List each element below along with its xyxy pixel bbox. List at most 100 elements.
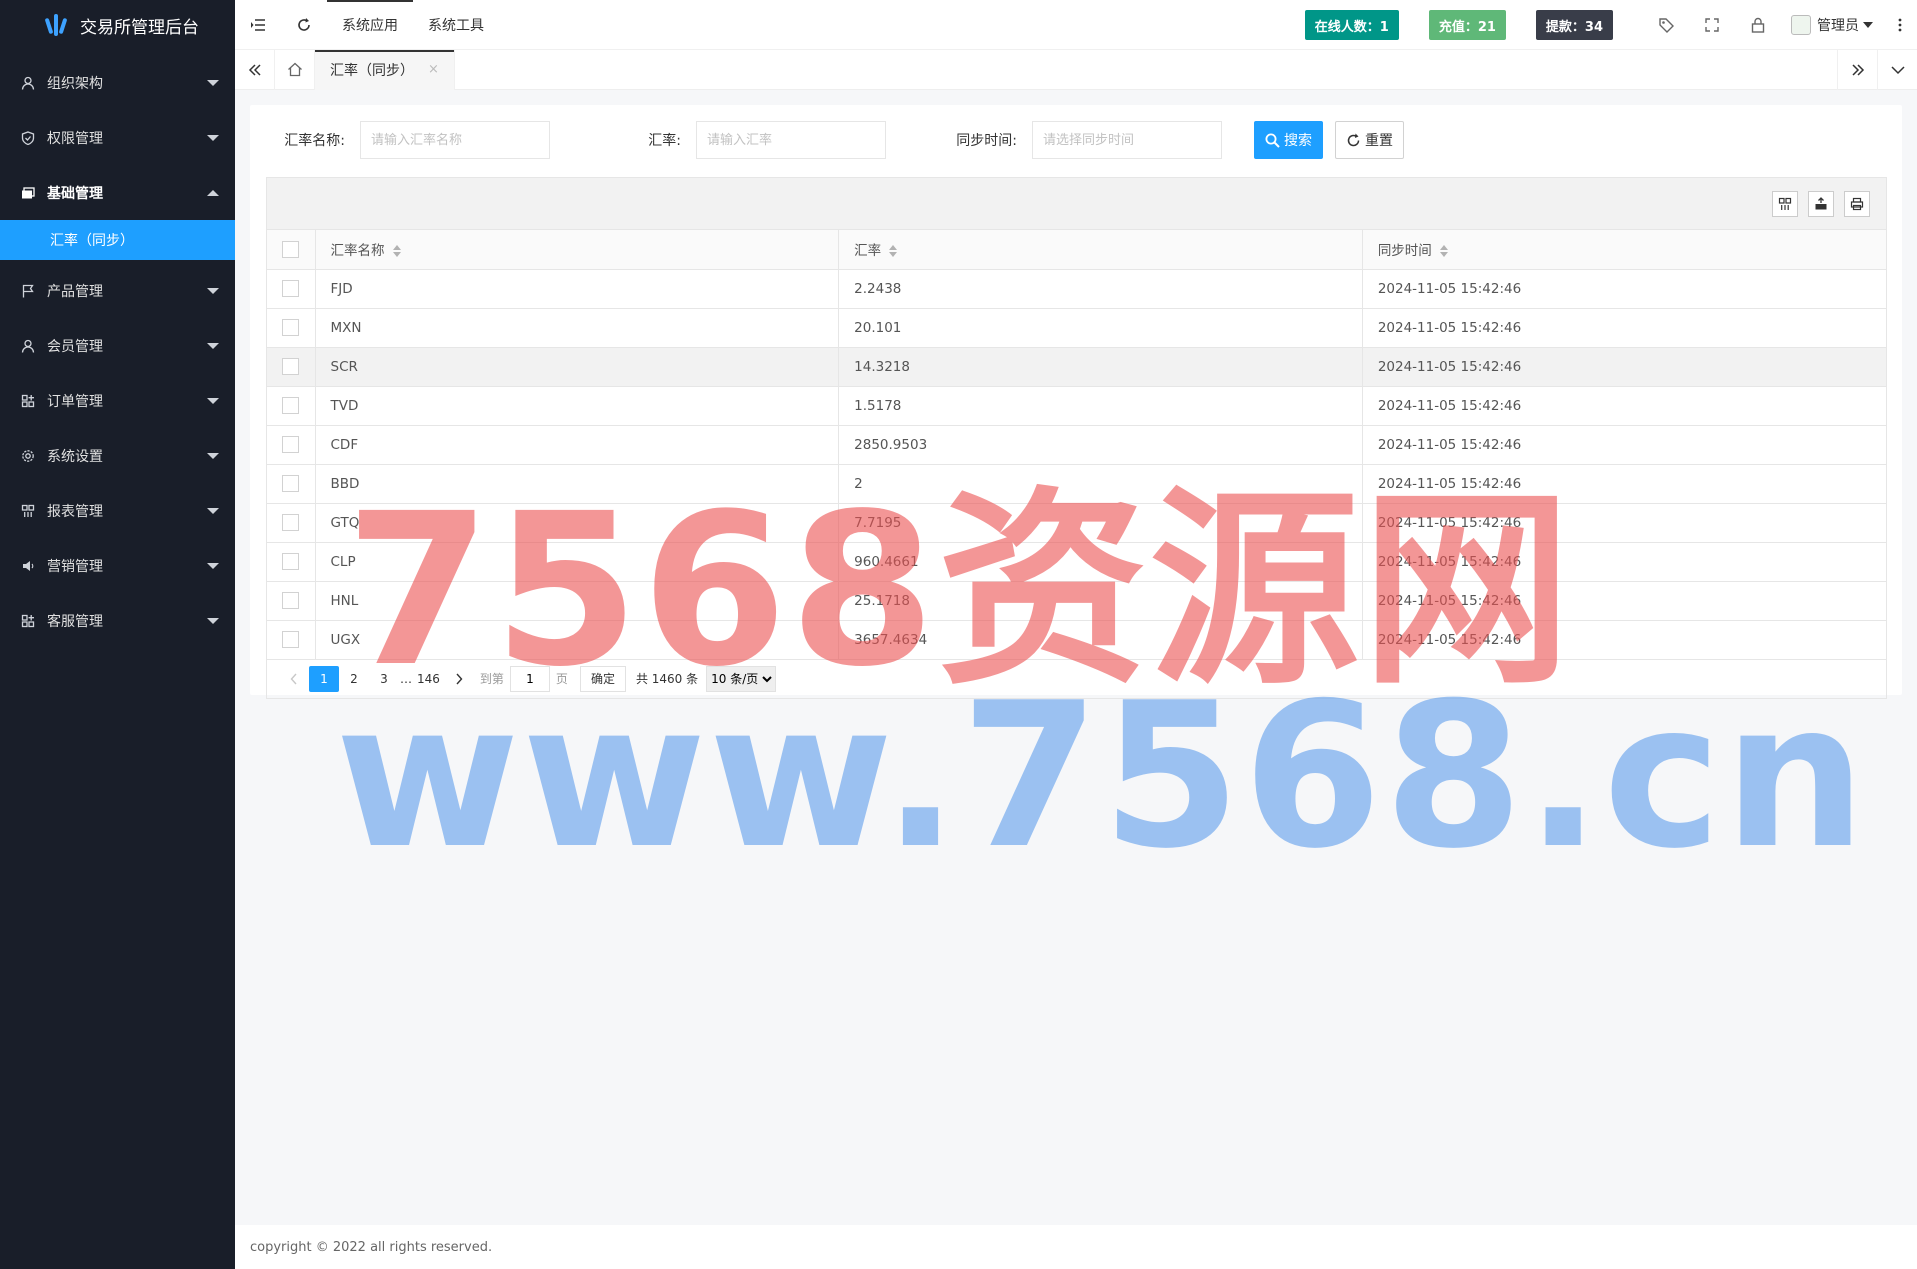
user-name: 管理员 bbox=[1817, 18, 1859, 34]
search-form: 汇率名称: 汇率: 同步时间: 搜索 重置 bbox=[250, 105, 1902, 175]
refresh-button[interactable] bbox=[281, 0, 327, 50]
table-row[interactable]: MXN 20.101 2024-11-05 15:42:46 bbox=[267, 308, 1886, 348]
exchange-rate-card: 汇率名称: 汇率: 同步时间: 搜索 重置 bbox=[250, 105, 1902, 699]
sidebar-item-1[interactable]: 权限管理 bbox=[0, 110, 235, 165]
sidebar-item-4[interactable]: 会员管理 bbox=[0, 318, 235, 373]
more-vertical-icon[interactable] bbox=[1883, 0, 1917, 50]
table-row[interactable]: UGX 3657.4634 2024-11-05 15:42:46 bbox=[267, 620, 1886, 660]
column-header-sync-time[interactable]: 同步时间 bbox=[1362, 230, 1886, 270]
prev-page-button[interactable] bbox=[279, 666, 309, 692]
print-icon bbox=[1850, 197, 1864, 210]
tabs-scroll-left-button[interactable] bbox=[235, 49, 275, 90]
row-select-cell bbox=[267, 347, 316, 387]
row-checkbox[interactable] bbox=[282, 631, 300, 648]
fullscreen-icon[interactable] bbox=[1689, 0, 1735, 50]
user-menu[interactable]: 管理员 bbox=[1781, 0, 1883, 50]
table-row[interactable]: FJD 2.2438 2024-11-05 15:42:46 bbox=[267, 269, 1886, 309]
sidebar-subitem-exchange-rate[interactable]: 汇率（同步） bbox=[0, 220, 235, 260]
rate-name-cell: FJD bbox=[315, 269, 840, 309]
table-row[interactable]: SCR 14.3218 2024-11-05 15:42:46 bbox=[267, 347, 1886, 387]
page-button-3[interactable]: 3 bbox=[369, 666, 399, 692]
online-count-badge[interactable]: 在线人数：1 bbox=[1304, 10, 1399, 40]
goto-confirm-button[interactable]: 确定 bbox=[579, 665, 626, 692]
table-row[interactable]: BBD 2 2024-11-05 15:42:46 bbox=[267, 464, 1886, 504]
tag-icon[interactable] bbox=[1643, 0, 1689, 50]
rate-value-group: 汇率: bbox=[586, 121, 886, 159]
table-row[interactable]: HNL 25.1718 2024-11-05 15:42:46 bbox=[267, 581, 1886, 621]
table-row[interactable]: GTQ 7.7195 2024-11-05 15:42:46 bbox=[267, 503, 1886, 543]
sync-time-label: 同步时间: bbox=[956, 133, 1017, 149]
row-checkbox[interactable] bbox=[282, 475, 300, 492]
withdraw-count-badge[interactable]: 提款：34 bbox=[1535, 10, 1613, 40]
tabs-scroll-right-button[interactable] bbox=[1837, 50, 1877, 90]
table-row[interactable]: CDF 2850.9503 2024-11-05 15:42:46 bbox=[267, 425, 1886, 465]
row-checkbox[interactable] bbox=[282, 397, 300, 414]
print-button[interactable] bbox=[1844, 190, 1870, 217]
recharge-count-badge[interactable]: 充值：21 bbox=[1428, 10, 1506, 40]
header-tab-system-tools[interactable]: 系统工具 bbox=[413, 0, 499, 50]
menu-toggle-button[interactable] bbox=[235, 0, 281, 50]
goto-page-input[interactable] bbox=[509, 665, 550, 692]
sidebar-item-5[interactable]: 订单管理 bbox=[0, 373, 235, 428]
table-row[interactable]: TVD 1.5178 2024-11-05 15:42:46 bbox=[267, 386, 1886, 426]
row-checkbox[interactable] bbox=[282, 592, 300, 609]
row-checkbox[interactable] bbox=[282, 280, 300, 297]
row-checkbox[interactable] bbox=[282, 358, 300, 375]
page-button-last[interactable]: 146 bbox=[413, 666, 444, 692]
header-tab-system-apps[interactable]: 系统应用 bbox=[327, 0, 413, 50]
refresh-icon bbox=[298, 17, 310, 31]
sync-time-cell: 2024-11-05 15:42:46 bbox=[1362, 269, 1886, 309]
footer: copyright © 2022 all rights reserved. bbox=[235, 1225, 1917, 1269]
lock-icon[interactable] bbox=[1735, 0, 1781, 50]
app-logo[interactable]: 交易所管理后台 bbox=[0, 0, 235, 50]
rate-name-cell: GTQ bbox=[315, 503, 840, 543]
reset-button[interactable]: 重置 bbox=[1335, 121, 1404, 159]
column-label: 汇率名称 bbox=[330, 243, 385, 260]
sort-icon[interactable] bbox=[889, 245, 898, 258]
sidebar-item-7[interactable]: 报表管理 bbox=[0, 483, 235, 538]
card-icon bbox=[20, 185, 36, 201]
home-tab[interactable] bbox=[275, 49, 315, 90]
next-page-button[interactable] bbox=[444, 666, 474, 692]
search-button[interactable]: 搜索 bbox=[1254, 121, 1323, 159]
column-header-rate-name[interactable]: 汇率名称 bbox=[315, 230, 840, 270]
table-toolbar bbox=[267, 178, 1886, 230]
rate-name-input[interactable] bbox=[360, 121, 550, 159]
page-button-1[interactable]: 1 bbox=[309, 665, 339, 692]
sidebar-item-0[interactable]: 组织架构 bbox=[0, 55, 235, 110]
rate-name-cell: SCR bbox=[315, 347, 840, 387]
sidebar-item-2[interactable]: 基础管理 bbox=[0, 165, 235, 220]
sort-icon[interactable] bbox=[392, 245, 401, 258]
sidebar-item-label: 基础管理 bbox=[47, 185, 103, 202]
row-checkbox[interactable] bbox=[282, 436, 300, 453]
select-all-checkbox[interactable] bbox=[282, 240, 300, 258]
sidebar-item-8[interactable]: 营销管理 bbox=[0, 538, 235, 593]
double-chevron-left-icon bbox=[248, 63, 261, 76]
page-size-select[interactable]: 10 条/页 bbox=[706, 665, 777, 692]
row-checkbox[interactable] bbox=[282, 319, 300, 336]
sync-time-cell: 2024-11-05 15:42:46 bbox=[1362, 620, 1886, 660]
sidebar-item-3[interactable]: 产品管理 bbox=[0, 263, 235, 318]
reset-button-label: 重置 bbox=[1365, 133, 1393, 149]
rate-value-input[interactable] bbox=[696, 121, 886, 159]
sort-icon[interactable] bbox=[1439, 245, 1448, 258]
columns-filter-button[interactable] bbox=[1772, 190, 1798, 217]
app-title: 交易所管理后台 bbox=[80, 17, 199, 38]
sidebar-item-label: 报表管理 bbox=[47, 503, 103, 520]
tabs-menu-button[interactable] bbox=[1877, 50, 1917, 90]
sync-time-cell: 2024-11-05 15:42:46 bbox=[1362, 503, 1886, 543]
refresh-icon bbox=[1346, 133, 1361, 148]
close-icon[interactable]: × bbox=[428, 62, 439, 77]
table-row[interactable]: CLP 960.4661 2024-11-05 15:42:46 bbox=[267, 542, 1886, 582]
row-select-cell bbox=[267, 581, 316, 621]
page-button-2[interactable]: 2 bbox=[339, 666, 369, 692]
tab-exchange-rate[interactable]: 汇率（同步） × bbox=[315, 49, 455, 90]
tabbar-right bbox=[1837, 50, 1917, 90]
row-checkbox[interactable] bbox=[282, 553, 300, 570]
sync-time-input[interactable] bbox=[1032, 121, 1222, 159]
row-checkbox[interactable] bbox=[282, 514, 300, 531]
sidebar-item-6[interactable]: 系统设置 bbox=[0, 428, 235, 483]
export-button[interactable] bbox=[1808, 190, 1834, 217]
column-header-rate[interactable]: 汇率 bbox=[838, 230, 1363, 270]
sidebar-item-9[interactable]: 客服管理 bbox=[0, 593, 235, 648]
